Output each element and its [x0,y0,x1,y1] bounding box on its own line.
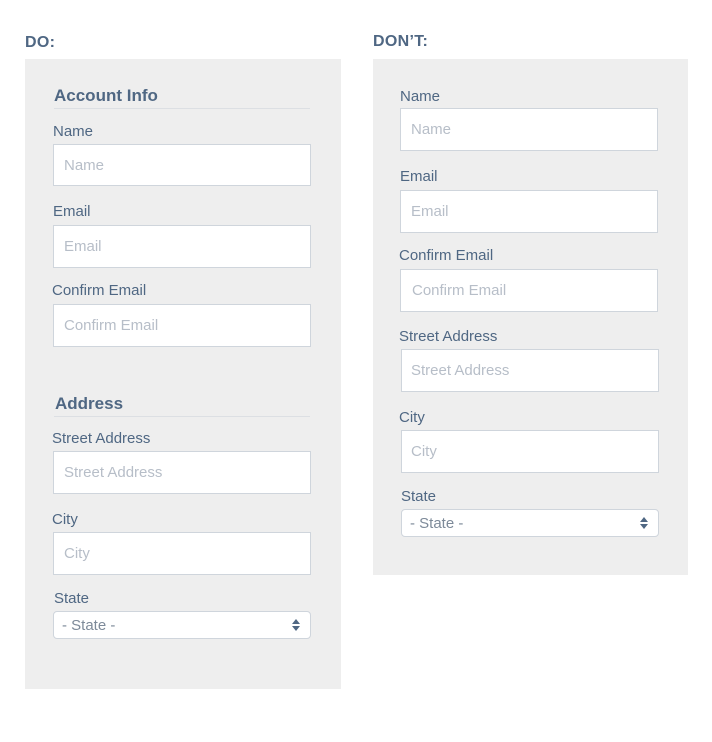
do-state-label: State [54,590,90,607]
dont-name-input[interactable]: Name [400,108,658,151]
address-title: Address [55,394,124,413]
do-confirm-email-label: Confirm Email [52,282,147,299]
dont-name-label: Name [400,88,441,105]
do-confirm-email-input[interactable]: Confirm Email [53,304,311,347]
do-name-label: Name [53,123,94,140]
dont-email-label: Email [400,168,438,185]
do-name-input[interactable]: Name [53,144,311,186]
do-city-label: City [52,511,78,528]
dont-heading: DON’T: [373,33,429,50]
account-info-title: Account Info [54,86,158,105]
do-state-select[interactable]: - State - [53,611,311,639]
dont-city-label: City [399,409,425,426]
dont-state-value: - State - [410,514,464,532]
select-arrows-icon [290,619,302,631]
dont-email-input[interactable]: Email [400,190,658,233]
dont-city-input[interactable]: City [401,430,659,473]
dont-state-select[interactable]: - State - [401,509,659,537]
do-email-input[interactable]: Email [53,225,311,268]
do-street-input[interactable]: Street Address [53,451,311,494]
account-info-divider [54,108,310,109]
do-state-value: - State - [62,616,116,634]
address-divider [54,416,310,417]
dont-confirm-email-label: Confirm Email [399,247,494,264]
dont-state-label: State [401,488,437,505]
dont-street-input[interactable]: Street Address [401,349,659,392]
do-heading: DO: [25,34,56,51]
do-city-input[interactable]: City [53,532,311,575]
dont-confirm-email-input[interactable]: Confirm Email [400,269,658,312]
do-email-label: Email [53,203,91,220]
dont-street-label: Street Address [399,328,498,345]
select-arrows-icon [638,517,650,529]
do-street-label: Street Address [52,430,151,447]
